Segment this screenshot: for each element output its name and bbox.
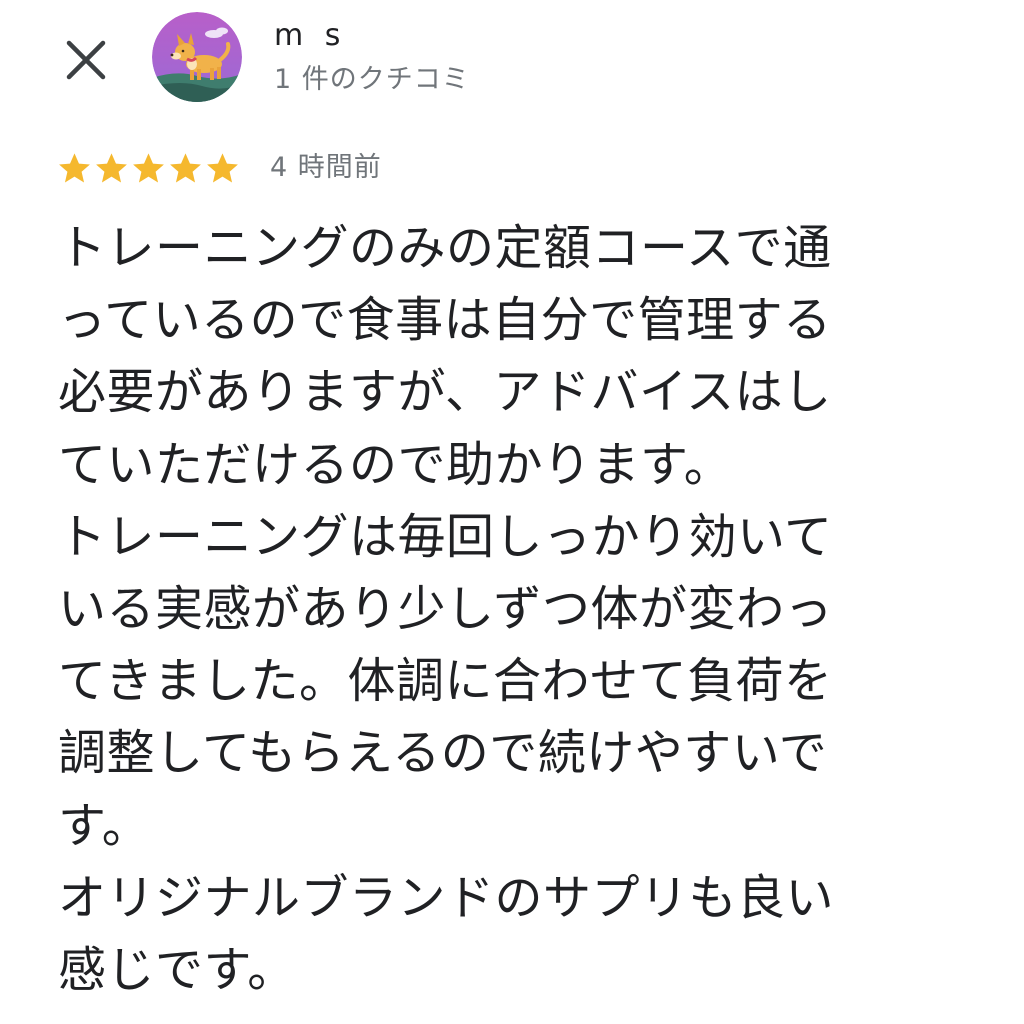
star-rating	[56, 148, 241, 188]
review-text-line: 必要がありますが、アドバイスはし	[58, 364, 832, 421]
dog-avatar-icon	[152, 12, 242, 102]
reviewer-name[interactable]: m s	[274, 14, 346, 58]
star-icon	[96, 152, 127, 183]
star-icon	[133, 152, 164, 183]
review-text-line: っているので食事は自分で管理する	[58, 292, 832, 349]
review-text-line: てきました。体調に合わせて負荷を	[58, 653, 833, 710]
review-text-line: いる実感があり少しずつ体が変わっ	[58, 580, 834, 637]
review-text-line: ていただけるので助かります。	[58, 436, 733, 493]
star-icon	[59, 152, 90, 183]
review-time: 4 時間前	[270, 152, 382, 183]
close-button[interactable]	[60, 34, 112, 86]
avatar[interactable]	[152, 12, 242, 102]
reviewer-review-count: 1 件のクチコミ	[274, 64, 470, 95]
review-text-line: 感じです。	[58, 941, 296, 998]
review-text-line: オリジナルブランドのサプリも良い	[58, 869, 835, 926]
star-icon	[170, 152, 201, 183]
review-text-line: トレーニングは毎回しっかり効いて	[58, 508, 833, 565]
review-text-line: 調整してもらえるので続けやすいで	[58, 725, 828, 782]
review-text-line: す。	[58, 797, 151, 854]
review-text-line: トレーニングのみの定額コースで通	[58, 220, 832, 276]
close-icon[interactable]	[66, 40, 106, 80]
review-text: トレーニングのみの定額コースで通 っているので食事は自分で管理する 必要がありますが…	[58, 212, 958, 1006]
star-icon	[207, 152, 238, 183]
